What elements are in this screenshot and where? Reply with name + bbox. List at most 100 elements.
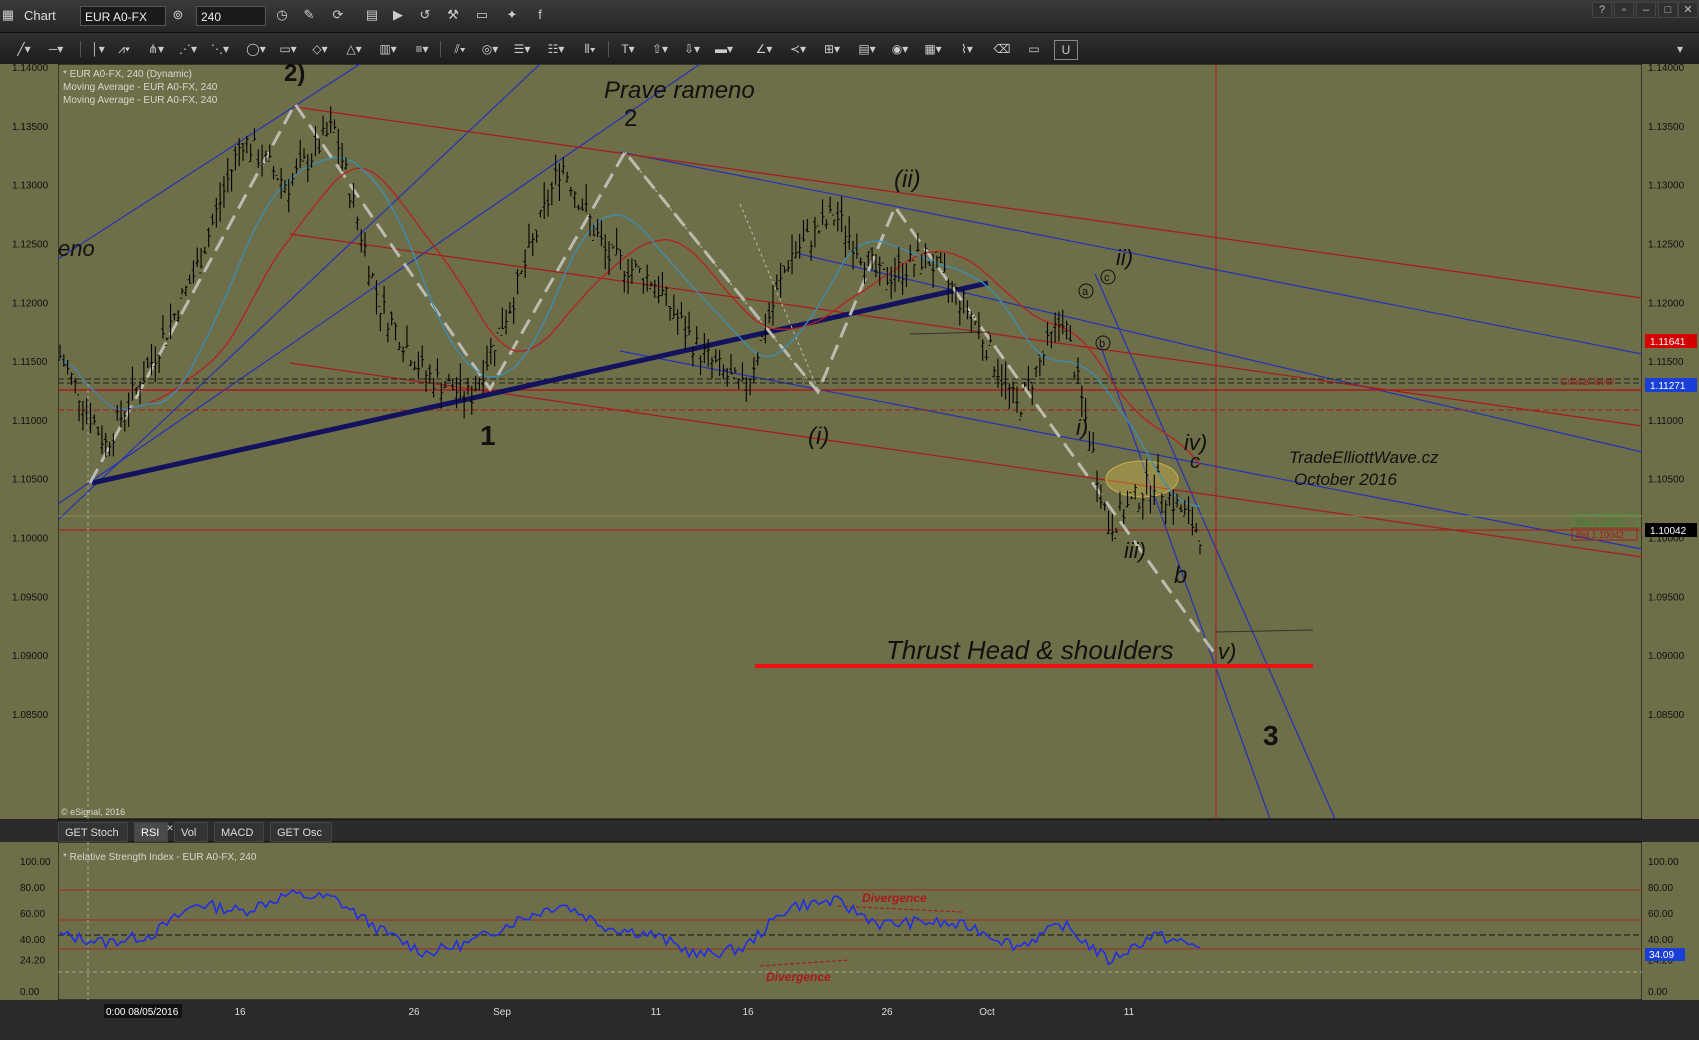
gann-tool-icon[interactable]: ⫽▾ xyxy=(448,40,472,58)
fan-tool-icon[interactable]: ⋱▾ xyxy=(208,40,232,58)
tools-icon[interactable]: ⚒ xyxy=(445,7,461,23)
rsi-tick-right: 0.00 xyxy=(1648,987,1668,998)
wave-tool-icon[interactable]: ⌇▾ xyxy=(954,40,980,58)
rsi-tick-left: 40.00 xyxy=(20,935,45,946)
copyright-text: © eSignal, 2016 xyxy=(61,807,125,817)
time-axis-bg xyxy=(0,1000,1699,1040)
wave-label-ii: (ii) xyxy=(894,166,921,193)
cycles-tool-icon[interactable]: ☷▾ xyxy=(544,40,568,58)
wave-label-2: 2 xyxy=(624,105,637,132)
maximize-button[interactable]: □ xyxy=(1658,2,1678,18)
interval-input[interactable]: 240 xyxy=(196,6,266,26)
rectangle-tool-icon[interactable]: ▭▾ xyxy=(276,40,300,58)
triangle-tool-icon[interactable]: △▾ xyxy=(342,40,366,58)
facebook-icon[interactable]: f xyxy=(532,7,548,23)
comment-icon[interactable]: ▭ xyxy=(474,7,490,23)
refresh-icon[interactable]: ⟳ xyxy=(330,7,346,23)
block-tool-icon[interactable]: ▬▾ xyxy=(712,40,736,58)
play-icon[interactable]: ▶ xyxy=(390,7,406,23)
tab-get-osc[interactable]: GET Osc xyxy=(270,822,332,842)
ask-text: Ask 1.10062 xyxy=(1576,517,1626,527)
history-icon[interactable]: ↺ xyxy=(417,7,433,23)
vline-tool-icon[interactable]: │▾ xyxy=(88,40,108,58)
wave-label-ii-small: ii) xyxy=(1116,245,1133,270)
line-tool-icon[interactable]: ╱▾ xyxy=(12,40,36,58)
price-tick-left: 1.12500 xyxy=(12,239,49,250)
erase-all-tool-icon[interactable]: ⌫ xyxy=(992,40,1012,58)
rsi-tick-left: 80.00 xyxy=(20,883,45,894)
main-pane-bg xyxy=(57,64,1643,820)
toolbar-menu-icon[interactable]: ▾ xyxy=(1670,40,1690,58)
time-label: 26 xyxy=(408,1007,420,1018)
help-button[interactable]: ? xyxy=(1592,2,1612,18)
note-tool-icon[interactable]: ▭ xyxy=(1024,40,1044,58)
symbol-input[interactable]: EUR A0-FX xyxy=(80,6,166,26)
tab-macd[interactable]: MACD xyxy=(214,822,264,842)
highlight-ellipse[interactable] xyxy=(1105,460,1179,498)
wave-label-3: 3 xyxy=(1263,720,1279,751)
fork-tool-icon[interactable]: ⋔▾ xyxy=(144,40,168,58)
annotation-critical-level: Critical level xyxy=(1560,377,1615,388)
eye-tool-icon[interactable]: ◉▾ xyxy=(888,40,912,58)
clock-icon[interactable]: ◷ xyxy=(274,7,290,23)
price-tick-right: 1.12000 xyxy=(1648,298,1685,309)
rsi-tick-right: 100.00 xyxy=(1648,857,1679,868)
pencil-icon[interactable]: ✎ xyxy=(301,7,317,23)
chart-window-icon: ▦ xyxy=(1,7,15,22)
time-label: Sep xyxy=(493,1007,511,1018)
mob-tool-icon[interactable]: ▤▾ xyxy=(854,40,880,58)
zigzag-tool-icon[interactable]: ⩘▾ xyxy=(112,40,136,58)
price-tick-right: 1.11500 xyxy=(1648,357,1684,368)
text-tool-icon[interactable]: T▾ xyxy=(616,40,640,58)
price-tick-right: 1.12500 xyxy=(1648,239,1685,250)
parallel-tool-icon[interactable]: ≡▾ xyxy=(410,40,434,58)
channel-tool-icon[interactable]: ▥▾ xyxy=(376,40,400,58)
link-icon[interactable]: ⊚ xyxy=(170,7,186,23)
close-button[interactable]: ✕ xyxy=(1678,2,1698,18)
wave-label-iii-small: iii) xyxy=(1124,538,1146,563)
price-tick-left: 1.09000 xyxy=(12,651,49,662)
ellipse-tool-icon[interactable]: ◯▾ xyxy=(244,40,268,58)
app-title: Chart xyxy=(24,8,56,23)
price-scale-left-bg xyxy=(0,64,58,819)
tab-vol[interactable]: Vol xyxy=(174,822,208,842)
arrow-up-tool-icon[interactable]: ⇧▾ xyxy=(648,40,672,58)
price-tick-left: 1.09500 xyxy=(12,592,49,603)
tab-get-stoch[interactable]: GET Stoch xyxy=(58,822,128,842)
time-label: 16 xyxy=(234,1007,246,1018)
toolbar-separator xyxy=(440,41,441,57)
bars-tool-icon[interactable]: ⦀▾ xyxy=(578,40,602,58)
twitter-icon[interactable]: ✦ xyxy=(504,7,520,23)
rsi-tick-left: 100.00 xyxy=(20,857,51,868)
time-label: 16 xyxy=(742,1007,754,1018)
price-tick-left: 1.14000 xyxy=(12,64,49,74)
fib-tool-icon[interactable]: ⋰▾ xyxy=(176,40,200,58)
magnet-tool-icon[interactable]: U xyxy=(1054,40,1078,60)
pitchfork-tool-icon[interactable]: ≺▾ xyxy=(786,40,810,58)
price-tick-right: 1.09000 xyxy=(1648,651,1685,662)
price-tag-red-text: 1.11641 xyxy=(1650,337,1686,348)
price-tick-right: 1.11000 xyxy=(1648,416,1684,427)
toolbar-separator xyxy=(80,41,81,57)
arrow-down-tool-icon[interactable]: ⇩▾ xyxy=(680,40,704,58)
trade-elliott-wave-date: October 2016 xyxy=(1294,470,1398,489)
news-icon[interactable]: ▤ xyxy=(364,7,380,23)
pti-tool-icon[interactable]: ▦▾ xyxy=(920,40,946,58)
rsi-tick-right: 40.00 xyxy=(1648,935,1673,946)
restore-button[interactable]: ▫ xyxy=(1614,2,1634,18)
time-label: 11 xyxy=(651,1007,662,1018)
legend-line: * EUR A0-FX, 240 (Dynamic) xyxy=(63,69,192,80)
trend-angle-tool-icon[interactable]: ∠▾ xyxy=(752,40,776,58)
rsi-title: * Relative Strength Index - EUR A0-FX, 2… xyxy=(63,852,257,863)
price-tick-right: 1.08500 xyxy=(1648,710,1685,721)
eraser-tool-icon[interactable]: ◇▾ xyxy=(308,40,332,58)
circle-tool-icon[interactable]: ◎▾ xyxy=(478,40,502,58)
chart-area[interactable]: 1.14000 1.14000 1.13500 1.13500 1.13000 1.130… xyxy=(0,64,1699,1040)
levels-tool-icon[interactable]: ☰▾ xyxy=(510,40,534,58)
rsi-tick-left: 0.00 xyxy=(20,987,40,998)
wave-label-c-small: c xyxy=(1190,451,1200,473)
minimize-button[interactable]: – xyxy=(1636,2,1656,18)
grid-tool-icon[interactable]: ⊞▾ xyxy=(820,40,844,58)
hline-tool-icon[interactable]: ─▾ xyxy=(44,40,68,58)
time-label: 11 xyxy=(1124,1007,1135,1018)
